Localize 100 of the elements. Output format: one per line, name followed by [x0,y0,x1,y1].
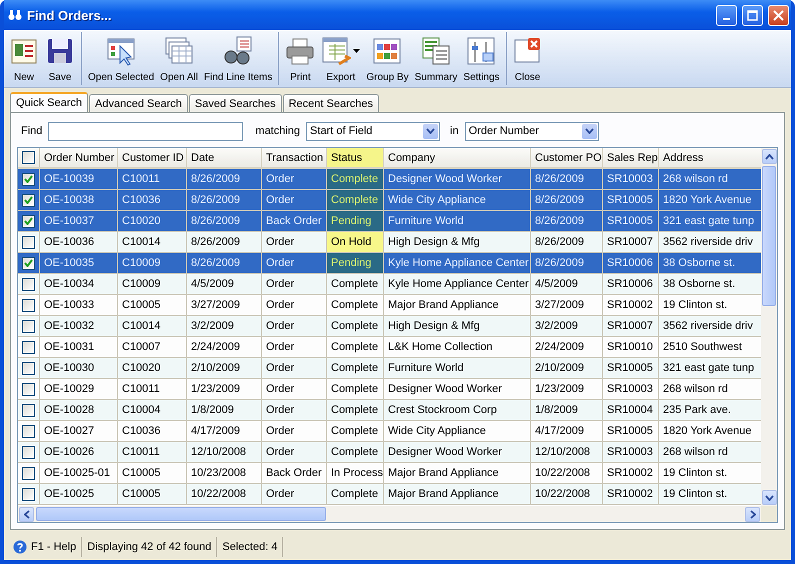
horizontal-scrollbar[interactable] [18,506,761,522]
column-header[interactable]: Company [384,148,531,167]
tab[interactable]: Quick Search [10,92,88,112]
column-header[interactable]: Date [187,148,262,167]
checkbox[interactable] [22,256,35,270]
toolbar-button[interactable]: Open All [157,32,201,85]
minimize-button[interactable] [716,4,737,26]
checkbox[interactable] [22,404,35,416]
checkbox[interactable] [22,172,35,186]
table-cell: High Design & Mfg [384,316,531,336]
table-cell: C10007 [118,337,187,357]
column-header[interactable]: Order Number [40,148,118,167]
find-label: Find [21,125,42,137]
table-cell: 8/26/2009 [187,232,262,252]
chevron-left-icon [24,510,30,518]
tab[interactable]: Saved Searches [188,94,282,112]
table-cell: SR10007 [603,316,659,336]
column-header[interactable]: Customer PO [531,148,603,167]
table-row[interactable]: OE-10034 C10009 4/5/2009 Order Complete Kyle Home Appliance Center 4/5/2009 SR10006 38 Osborne st. [18,274,761,295]
table-cell: SR10007 [603,232,659,252]
table-cell: SR10005 [603,211,659,231]
table-cell: In Process [327,463,384,483]
toolbar-button[interactable]: Export [318,32,364,85]
table-row[interactable]: OE-10028 C10004 1/8/2009 Order Complete Crest Stockroom Corp 1/8/2009 SR10004 235 Park ave. [18,400,761,421]
checkbox[interactable] [22,466,35,480]
table-row[interactable]: OE-10037 C10020 8/26/2009 Back Order Pending Furniture World 8/26/2009 SR10005 321 east gate tunp [18,211,761,232]
chevron-down-icon [584,128,594,134]
table-row[interactable]: OE-10039 C10011 8/26/2009 Order Complete Designer Wood Worker 8/26/2009 SR10003 268 wilson rd [18,169,761,190]
table-row[interactable]: OE-10025 C10005 10/22/2008 Order Complete Major Brand Appliance 10/22/2008 SR10002 19 Clinton st. [18,484,761,505]
checkbox[interactable] [22,298,35,312]
checkbox[interactable] [22,424,35,438]
toolbar-button[interactable]: Find Line Items [200,32,276,85]
table-row[interactable]: OE-10026 C10011 12/10/2008 Order Complete Designer Wood Worker 12/10/2008 SR10003 268 wilson rd [18,442,761,463]
table-cell: OE-10028 [40,400,118,420]
toolbar-button[interactable]: Group By [363,32,412,85]
table-row[interactable]: OE-10032 C10014 3/2/2009 Order Complete High Design & Mfg 3/2/2009 SR10007 3562 riverside driv [18,316,761,337]
table-row[interactable]: OE-10031 C10007 2/24/2009 Order Complete L&K Home Collection 2/24/2009 SR10010 2510 Southwest [18,337,761,358]
table-cell: 10/22/2008 [531,484,603,504]
table-cell: Complete [327,190,384,210]
table-row[interactable]: OE-10030 C10020 2/10/2009 Order Complete Furniture World 2/10/2009 SR10005 321 east gate tunp [18,358,761,379]
table-row[interactable]: OE-10025-01 C10005 10/23/2008 Back Order In Process Major Brand Appliance 10/22/2008 SR10002 19 Clinton st. [18,463,761,484]
toolbar-button[interactable]: Save [42,32,78,85]
table-cell: C10036 [118,421,187,441]
table-row[interactable]: OE-10036 C10014 8/26/2009 Order On Hold High Design & Mfg 8/26/2009 SR10007 3562 riverside driv [18,232,761,253]
column-header[interactable]: Status [327,148,384,167]
checkbox[interactable] [22,488,35,500]
table-cell: 8/26/2009 [187,169,262,189]
column-header[interactable]: Sales Rep [603,148,659,167]
table-cell: Pending [327,253,384,273]
table-cell: 3/27/2009 [531,295,603,315]
table-cell: SR10006 [603,274,659,294]
toolbar-button[interactable]: Summary [412,32,460,85]
matching-dropdown[interactable]: Start of Field [306,122,440,140]
tab[interactable]: Recent Searches [282,94,379,112]
table-cell: OE-10035 [40,253,118,273]
table-cell: Complete [327,169,384,189]
checkbox[interactable] [22,214,35,228]
table-cell: On Hold [327,232,384,252]
checkbox[interactable] [22,320,35,332]
checkbox[interactable] [22,278,35,290]
table-cell: 1/23/2009 [531,379,603,399]
checkbox[interactable] [22,236,35,248]
table-cell: OE-10026 [40,442,118,462]
table-cell: Crest Stockroom Corp [384,400,531,420]
sliders-icon [466,36,496,66]
table-cell: 1/8/2009 [187,400,262,420]
column-header[interactable]: Customer ID [118,148,187,167]
toolbar-button[interactable]: Close [510,32,546,85]
caret-icon [353,49,360,53]
tab[interactable]: Advanced Search [89,94,188,112]
checkbox[interactable] [22,151,35,164]
table-cell: SR10010 [603,337,659,357]
table-row[interactable]: OE-10038 C10036 8/26/2009 Order Complete Wide City Appliance 8/26/2009 SR10005 1820 York Avenue [18,190,761,211]
toolbar-button[interactable]: Settings [460,32,503,85]
table-cell: 8/26/2009 [531,169,603,189]
toolbar-button[interactable]: Print [282,32,318,85]
checkbox[interactable] [22,362,35,374]
table-cell: Order [262,400,327,420]
checkbox[interactable] [22,194,35,206]
table-cell: Order [262,442,327,462]
toolbar-button[interactable]: Open Selected [85,32,158,85]
checkbox[interactable] [22,446,35,458]
table-cell: Order [262,358,327,378]
table-row[interactable]: OE-10029 C10011 1/23/2009 Order Complete Designer Wood Worker 1/23/2009 SR10003 268 wilson rd [18,379,761,400]
table-cell: Complete [327,295,384,315]
table-row[interactable]: OE-10035 C10009 8/26/2009 Order Pending Kyle Home Appliance Center 8/26/2009 SR10006 38 Osborne st. [18,253,761,274]
table-cell: 8/26/2009 [531,211,603,231]
vertical-scrollbar[interactable] [761,148,777,506]
close-button[interactable] [768,4,789,26]
find-field[interactable] [48,122,244,140]
checkbox[interactable] [22,340,35,354]
checkbox[interactable] [22,382,35,396]
table-cell: Designer Wood Worker [384,442,531,462]
field-dropdown[interactable]: Order Number [464,122,599,140]
maximize-button[interactable] [742,4,763,26]
toolbar-button[interactable]: New [6,32,42,85]
table-row[interactable]: OE-10027 C10036 4/17/2009 Order Complete Wide City Appliance 4/17/2009 SR10005 1820 York Avenue [18,421,761,442]
matching-label: matching [255,125,300,137]
table-row[interactable]: OE-10033 C10005 3/27/2009 Order Complete Major Brand Appliance 3/27/2009 SR10002 19 Clinton st. [18,295,761,316]
table-cell: SR10003 [603,442,659,462]
